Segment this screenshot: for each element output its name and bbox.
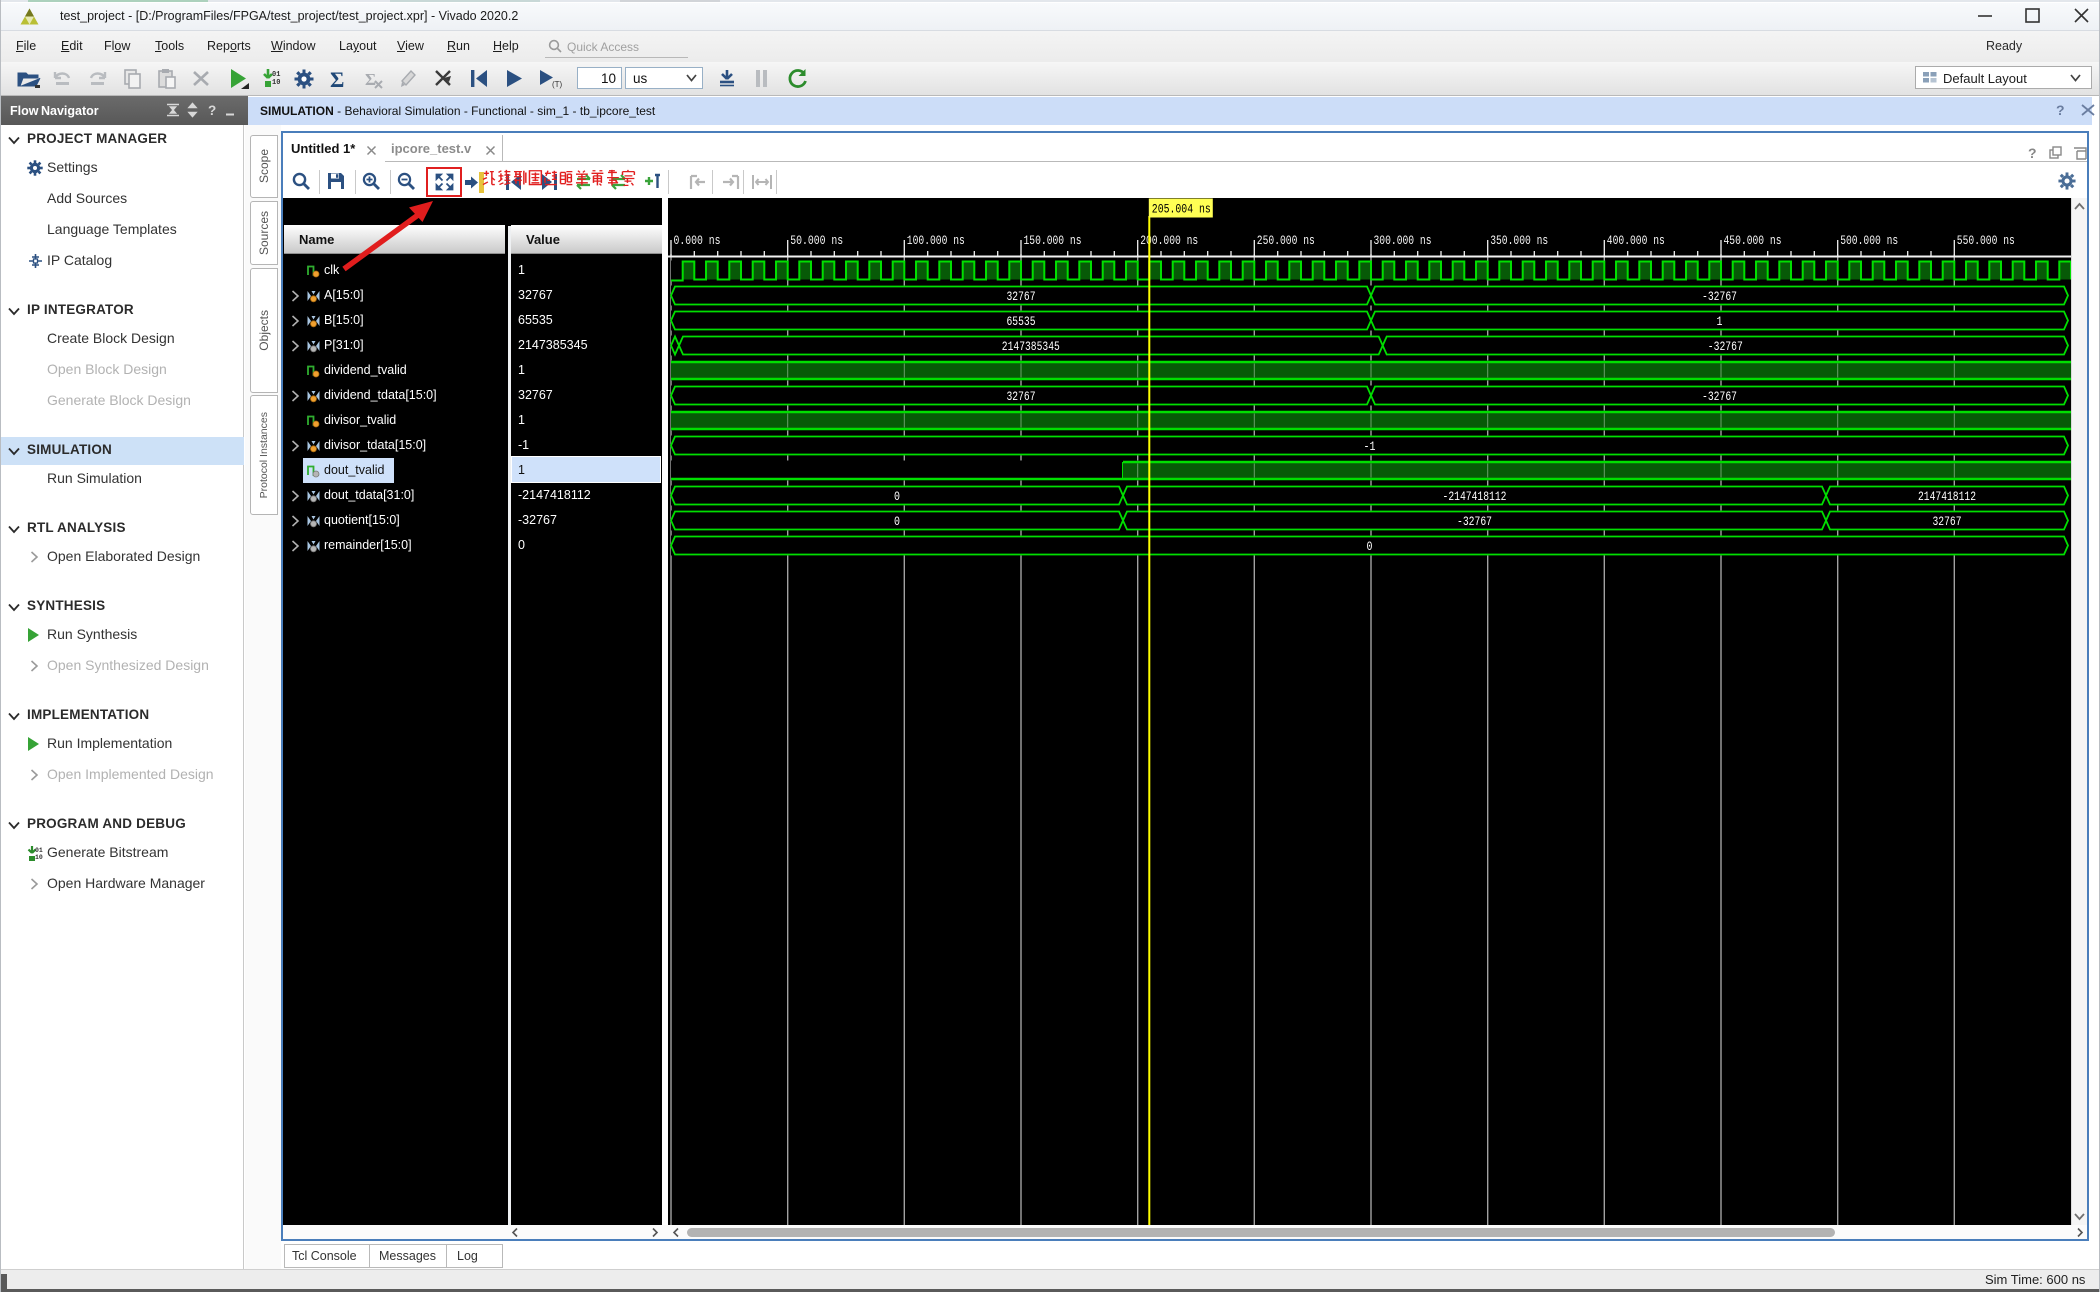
svg-text:550.000 ns: 550.000 ns [1957,234,2015,248]
svg-text:150.000 ns: 150.000 ns [1024,234,1082,248]
svg-text:65535: 65535 [1007,315,1036,329]
svg-text:250.000 ns: 250.000 ns [1257,234,1315,248]
svg-text:-1: -1 [1364,440,1376,454]
svg-text:400.000 ns: 400.000 ns [1607,234,1665,248]
svg-text:-2147418112: -2147418112 [1443,490,1507,504]
svg-text:01: 01 [272,71,280,79]
svg-text:-32767: -32767 [1457,515,1492,529]
svg-text:32767: 32767 [1007,290,1036,304]
svg-text:10: 10 [35,854,43,861]
svg-text:10: 10 [272,79,280,87]
svg-text:1: 1 [1717,315,1723,329]
svg-text:205.004 ns: 205.004 ns [1152,203,1211,217]
svg-text:2147385345: 2147385345 [1002,340,1060,354]
svg-text:Σ: Σ [330,68,344,90]
svg-text:?: ? [2056,103,2065,117]
svg-text:0: 0 [894,490,900,504]
svg-text:450.000 ns: 450.000 ns [1724,234,1782,248]
svg-text:(T): (T) [552,80,563,89]
svg-text:300.000 ns: 300.000 ns [1374,234,1432,248]
svg-text:0: 0 [1367,540,1373,554]
svg-text:0: 0 [894,515,900,529]
svg-text:32767: 32767 [1933,515,1962,529]
svg-text:-32767: -32767 [1702,390,1737,404]
svg-text:-32767: -32767 [1702,290,1737,304]
svg-text:-32767: -32767 [1708,340,1743,354]
svg-text:?: ? [2028,146,2037,160]
svg-text:500.000 ns: 500.000 ns [1840,234,1898,248]
svg-text:Σ: Σ [365,70,376,89]
svg-text:32767: 32767 [1007,390,1036,404]
svg-text:0.000 ns: 0.000 ns [674,234,721,248]
svg-text:?: ? [208,103,216,118]
svg-text:350.000 ns: 350.000 ns [1490,234,1548,248]
svg-text:50.000 ns: 50.000 ns [790,234,843,248]
svg-text:2147418112: 2147418112 [1918,490,1976,504]
svg-text:100.000 ns: 100.000 ns [907,234,965,248]
svg-text:01: 01 [35,847,43,854]
